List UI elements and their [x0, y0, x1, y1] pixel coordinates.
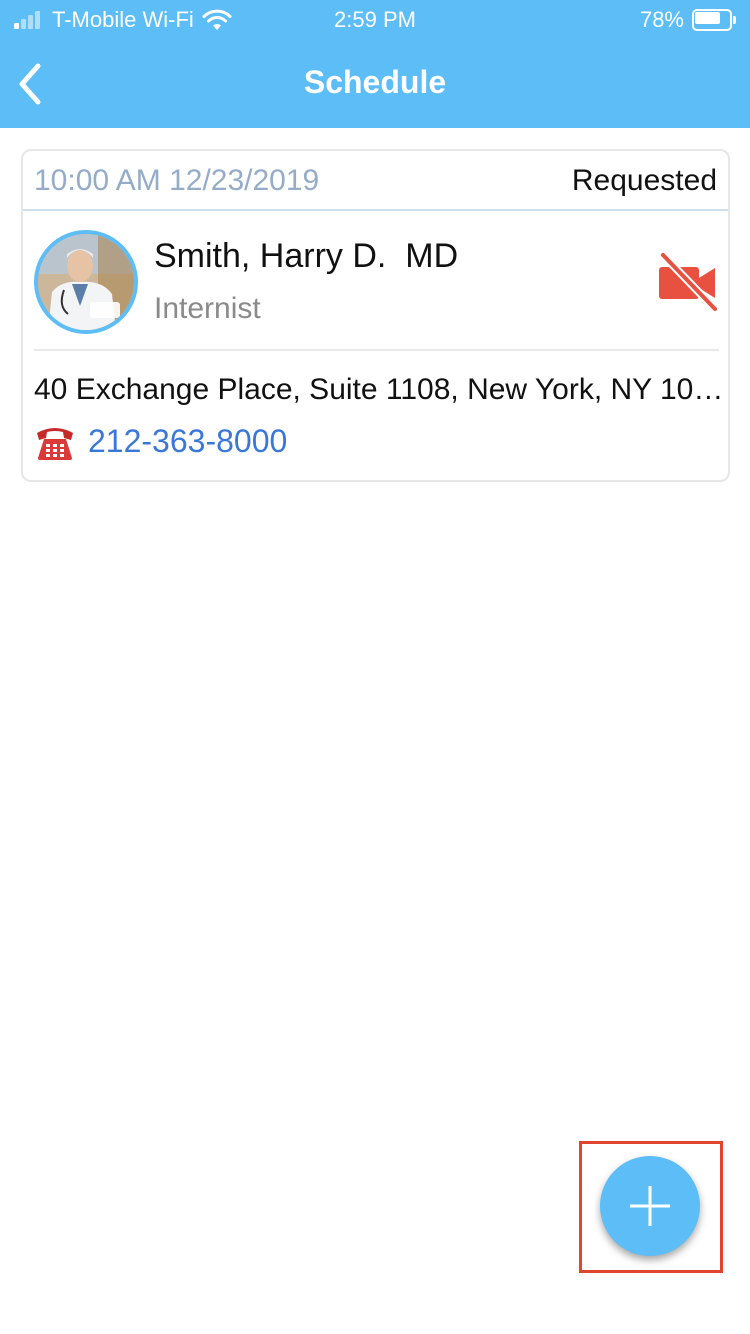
status-bar: T-Mobile Wi-Fi 2:59 PM 78%	[0, 0, 750, 40]
phone-link[interactable]: 212-363-8000	[88, 423, 287, 460]
doctor-name: Smith, Harry D. MD	[154, 237, 459, 275]
telephone-icon	[37, 428, 73, 460]
phone-row[interactable]: 212-363-8000	[34, 421, 287, 461]
video-off-icon[interactable]	[657, 251, 719, 313]
status-left: T-Mobile Wi-Fi	[14, 7, 232, 33]
doctor-photo	[38, 234, 134, 330]
avatar	[34, 230, 138, 334]
signal-icon	[14, 11, 42, 29]
wifi-icon	[202, 9, 232, 30]
back-button[interactable]	[10, 56, 54, 112]
page-title: Schedule	[303, 64, 447, 100]
app-header: T-Mobile Wi-Fi 2:59 PM 78% Schedule	[0, 0, 750, 128]
plus-icon	[630, 1186, 670, 1226]
address-text: 40 Exchange Place, Suite 1108, New York,…	[34, 373, 724, 406]
status-right: 78%	[640, 7, 736, 33]
appointment-time: 10:00 AM 12/23/2019	[34, 164, 320, 197]
carrier-label: T-Mobile Wi-Fi	[52, 7, 194, 32]
battery-icon	[692, 9, 736, 31]
doctor-specialty: Internist	[154, 292, 261, 325]
appointment-header: 10:00 AM 12/23/2019 Requested	[23, 151, 728, 211]
appointment-card[interactable]: 10:00 AM 12/23/2019 Requested Smith, Har…	[21, 149, 730, 482]
chevron-left-icon	[19, 63, 41, 105]
card-divider	[34, 349, 719, 351]
add-appointment-button[interactable]	[600, 1156, 700, 1256]
status-badge: Requested	[571, 164, 717, 197]
battery-percent: 78%	[639, 7, 684, 32]
